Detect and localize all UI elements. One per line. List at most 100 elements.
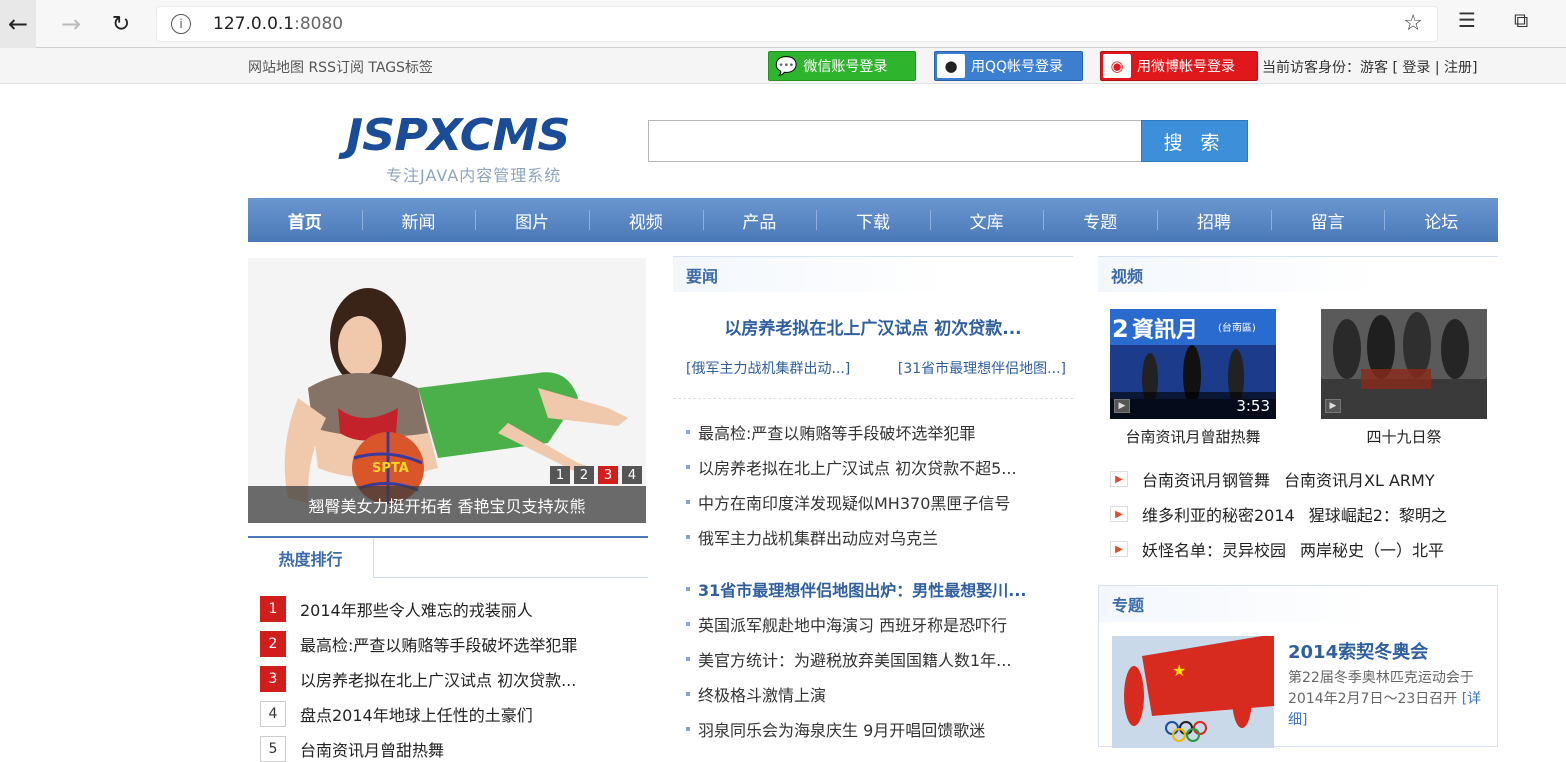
favorites-list-icon[interactable]: ☰ bbox=[1458, 8, 1476, 32]
hot-item[interactable]: 5 台南资讯月曾甜热舞 bbox=[260, 736, 444, 762]
video-link[interactable]: 台南资讯月XL ARMY bbox=[1284, 467, 1435, 491]
nav-item-library[interactable]: 文库 bbox=[929, 198, 1044, 242]
site-logo[interactable]: JSPXCMS 专注JAVA内容管理系统 bbox=[346, 108, 616, 188]
topic-image[interactable]: ★ bbox=[1112, 636, 1274, 748]
hot-item-text[interactable]: 盘点2014年地球上任性的土豪们 bbox=[300, 702, 533, 726]
slide-page-1[interactable]: 1 bbox=[550, 466, 570, 484]
video-link[interactable]: 猩球崛起2：黎明之 bbox=[1309, 502, 1447, 526]
nav-item-download[interactable]: 下载 bbox=[816, 198, 930, 242]
nav-item-news[interactable]: 新闻 bbox=[361, 198, 476, 242]
topic-description: 第22届冬季奥林匹克运动会于2014年2月7日～23日召开 [详细] bbox=[1288, 668, 1493, 731]
register-link[interactable]: 注册 bbox=[1444, 60, 1472, 76]
back-arrow-icon[interactable]: ← bbox=[0, 0, 36, 48]
hot-item[interactable]: 1 2014年那些令人难忘的戎装丽人 bbox=[260, 596, 533, 622]
play-icon: ▶ bbox=[1110, 541, 1128, 557]
news-sub-link[interactable]: [俄军主力战机集群出动...] bbox=[686, 358, 850, 378]
video-panel: 视频 2 資訊月 (台南區) 3:53 ▶ 台南资讯月曾甜热舞 ▶ 四十九日祭 bbox=[1098, 256, 1498, 576]
weibo-login-label: 用微博帐号登录 bbox=[1137, 59, 1235, 75]
topic-desc-text: 第22届冬季奥林匹克运动会于2014年2月7日～23日召开 bbox=[1288, 670, 1474, 707]
news-panel: 要闻 以房养老拟在北上广汉试点 初次贷款... [俄军主力战机集群出动...] … bbox=[673, 256, 1073, 747]
nav-item-forum[interactable]: 论坛 bbox=[1384, 198, 1498, 242]
slideshow[interactable]: SPTA 1 2 3 4 翘臀美女力挺开拓者 香艳宝贝支持灰熊 bbox=[248, 258, 646, 523]
rank-badge: 3 bbox=[260, 666, 286, 692]
site-info-icon[interactable]: i bbox=[171, 14, 191, 34]
news-item-featured[interactable]: 31省市最理想伴侣地图出炉：男性最想娶川... bbox=[686, 577, 1027, 601]
slide-caption[interactable]: 翘臀美女力挺开拓者 香艳宝贝支持灰熊 bbox=[248, 486, 646, 523]
video-caption[interactable]: 台南资讯月曾甜热舞 bbox=[1110, 426, 1276, 447]
login-link[interactable]: 登录 bbox=[1402, 60, 1430, 76]
topic-section-title[interactable]: 专题 bbox=[1099, 586, 1497, 622]
play-icon[interactable]: ▶ bbox=[1114, 399, 1130, 413]
news-item[interactable]: 中方在南印度洋发现疑似MH370黑匣子信号 bbox=[686, 490, 1010, 514]
logo-subtitle: 专注JAVA内容管理系统 bbox=[386, 166, 562, 185]
video-section-title[interactable]: 视频 bbox=[1098, 256, 1498, 292]
qq-penguin-icon: ● bbox=[937, 54, 965, 78]
topic-image-picture: ★ bbox=[1112, 636, 1274, 748]
play-icon[interactable]: ▶ bbox=[1325, 399, 1341, 413]
top-links[interactable]: 网站地图 RSS订阅 TAGS标签 bbox=[248, 57, 433, 77]
hot-item[interactable]: 2 最高检:严查以贿赂等手段破坏选举犯罪 bbox=[260, 631, 577, 657]
reload-icon[interactable]: ↻ bbox=[96, 0, 146, 48]
collections-icon[interactable]: ⧉ bbox=[1514, 8, 1528, 32]
nav-item-home[interactable]: 首页 bbox=[248, 198, 362, 242]
nav-item-pictures[interactable]: 图片 bbox=[475, 198, 589, 242]
nav-item-products[interactable]: 产品 bbox=[702, 198, 817, 242]
news-item[interactable]: 美官方统计：为避税放弃美国国籍人数1年... bbox=[686, 647, 1011, 671]
qq-login-button[interactable]: ● 用QQ帐号登录 bbox=[934, 51, 1083, 81]
hot-item-text[interactable]: 最高检:严查以贿赂等手段破坏选举犯罪 bbox=[300, 632, 577, 656]
video-link[interactable]: 维多利亚的秘密2014 bbox=[1142, 502, 1295, 526]
hot-item[interactable]: 4 盘点2014年地球上任性的土豪们 bbox=[260, 701, 533, 727]
hot-item-text[interactable]: 以房养老拟在北上广汉试点 初次贷款... bbox=[300, 667, 576, 691]
news-headline[interactable]: 以房养老拟在北上广汉试点 初次贷款... bbox=[673, 314, 1073, 339]
news-item[interactable]: 英国派军舰赴地中海演习 西班牙称是恐吓行 bbox=[686, 612, 1007, 636]
weibo-icon: ◉ bbox=[1103, 54, 1131, 78]
search-button[interactable]: 搜 索 bbox=[1141, 120, 1248, 162]
logo-text: JSPXCMS bbox=[346, 109, 570, 161]
wechat-login-label: 微信账号登录 bbox=[803, 59, 888, 75]
news-sub-links: [俄军主力战机集群出动...] [31省市最理想伴侣地图...] bbox=[686, 358, 1066, 378]
hot-item-text[interactable]: 台南资讯月曾甜热舞 bbox=[300, 737, 444, 761]
nav-item-jobs[interactable]: 招聘 bbox=[1157, 198, 1271, 242]
video-link[interactable]: 两岸秘史（一）北平 bbox=[1300, 537, 1444, 561]
slide-page-3[interactable]: 3 bbox=[598, 466, 618, 484]
visitor-status: 当前访客身份：游客 [ 登录 | 注册] bbox=[1262, 57, 1477, 77]
slide-page-4[interactable]: 4 bbox=[622, 466, 642, 484]
news-sub-link[interactable]: [31省市最理想伴侣地图...] bbox=[898, 358, 1066, 378]
visitor-prefix: 当前访客身份：游客 [ bbox=[1262, 60, 1398, 76]
forward-arrow-icon[interactable]: → bbox=[46, 0, 96, 48]
weibo-login-button[interactable]: ◉ 用微博帐号登录 bbox=[1100, 51, 1258, 81]
video-caption[interactable]: 四十九日祭 bbox=[1321, 426, 1487, 447]
nav-item-guestbook[interactable]: 留言 bbox=[1270, 198, 1385, 242]
hot-ranking-tab[interactable]: 热度排行 bbox=[248, 538, 374, 578]
ball-text: SPTA bbox=[372, 461, 409, 476]
hot-item[interactable]: 3 以房养老拟在北上广汉试点 初次贷款... bbox=[260, 666, 576, 692]
news-item[interactable]: 终极格斗激情上演 bbox=[686, 682, 826, 706]
news-item[interactable]: 以房养老拟在北上广汉试点 初次贷款不超5... bbox=[686, 455, 1017, 479]
video-thumbnail[interactable]: 2 資訊月 (台南區) 3:53 ▶ bbox=[1110, 309, 1276, 419]
news-item[interactable]: 最高检:严查以贿赂等手段破坏选举犯罪 bbox=[686, 420, 975, 444]
favorite-star-icon[interactable]: ☆ bbox=[1403, 11, 1423, 36]
slide-page-2[interactable]: 2 bbox=[574, 466, 594, 484]
search-input[interactable] bbox=[648, 120, 1142, 162]
main-nav: 首页 新闻 图片 视频 产品 下载 文库 专题 招聘 留言 论坛 bbox=[248, 198, 1498, 242]
news-item[interactable]: 羽泉同乐会为海泉庆生 9月开唱回馈歌迷 bbox=[686, 717, 985, 741]
nav-item-topics[interactable]: 专题 bbox=[1043, 198, 1157, 242]
topic-title[interactable]: 2014索契冬奥会 bbox=[1288, 638, 1428, 664]
video-overlay-title: 資訊月 bbox=[1132, 317, 1198, 343]
hot-ranking-header: 热度排行 bbox=[248, 538, 648, 578]
video-link[interactable]: 妖怪名单：灵异校园 bbox=[1142, 537, 1286, 561]
nav-item-video[interactable]: 视频 bbox=[588, 198, 703, 242]
address-bar[interactable]: i 127.0.0.1:8080 ☆ bbox=[156, 6, 1438, 42]
rank-badge: 4 bbox=[260, 701, 286, 727]
play-icon: ▶ bbox=[1110, 471, 1128, 487]
news-section-title[interactable]: 要闻 bbox=[673, 256, 1073, 292]
video-duration: 3:53 bbox=[1110, 392, 1276, 419]
url-text[interactable]: 127.0.0.1:8080 bbox=[213, 14, 343, 34]
video-link[interactable]: 台南资讯月钢管舞 bbox=[1142, 467, 1270, 491]
news-item[interactable]: 俄军主力战机集群出动应对乌克兰 bbox=[686, 525, 938, 549]
browser-toolbar: ← → ↻ i 127.0.0.1:8080 ☆ ☰ ⧉ bbox=[0, 0, 1566, 48]
site-top-bar: 网站地图 RSS订阅 TAGS标签 💬 微信账号登录 ● 用QQ帐号登录 ◉ 用… bbox=[0, 48, 1566, 84]
video-thumbnail[interactable]: ▶ bbox=[1321, 309, 1487, 419]
wechat-login-button[interactable]: 💬 微信账号登录 bbox=[768, 51, 916, 81]
hot-item-text[interactable]: 2014年那些令人难忘的戎装丽人 bbox=[300, 597, 533, 621]
